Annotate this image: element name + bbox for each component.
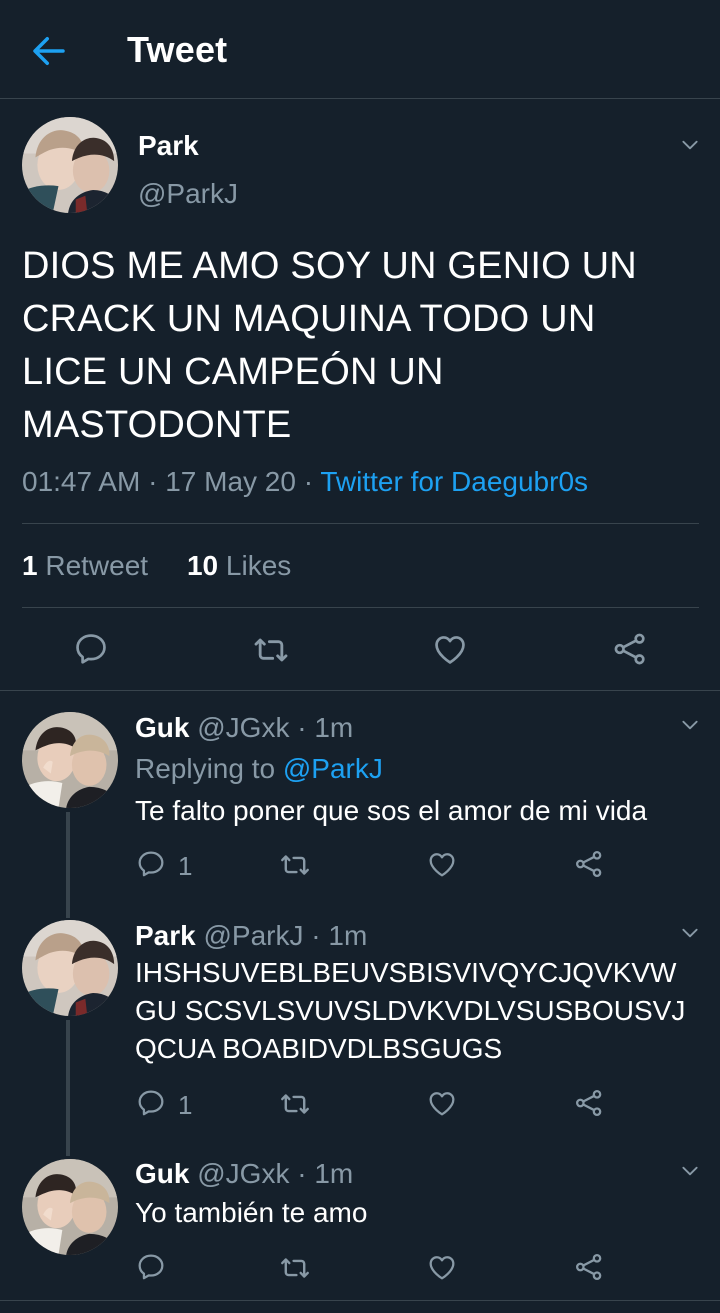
reply-icon[interactable] xyxy=(135,1087,167,1119)
meta-separator: · xyxy=(303,466,321,497)
share-icon[interactable] xyxy=(611,630,649,668)
author-handle[interactable]: @ParkJ xyxy=(138,178,238,210)
reply-author-name[interactable]: Guk xyxy=(135,712,189,743)
retweet-icon[interactable] xyxy=(278,848,312,882)
reply-meta: @JGxk · 1m xyxy=(197,1158,354,1189)
chevron-down-icon[interactable] xyxy=(677,715,703,735)
retweets-stat[interactable]: 1 Retweet xyxy=(22,550,148,581)
tweet-stats: 1 Retweet 10 Likes xyxy=(22,550,291,582)
like-icon[interactable] xyxy=(426,1251,458,1283)
retweet-icon[interactable] xyxy=(278,1087,312,1121)
replying-to: Replying to @ParkJ xyxy=(135,753,383,785)
likes-stat[interactable]: 10 Likes xyxy=(187,550,291,581)
reply-meta: @ParkJ · 1m xyxy=(203,920,368,951)
top-bar: Tweet xyxy=(0,0,720,99)
reply-text: Te falto poner que sos el amor de mi vid… xyxy=(135,795,648,826)
reply-header: Park @ParkJ · 1m xyxy=(135,920,367,952)
retweet-icon[interactable] xyxy=(278,1251,312,1285)
reply-count: 1 xyxy=(178,1090,193,1120)
reply-icon[interactable] xyxy=(72,630,110,668)
like-icon[interactable] xyxy=(426,848,458,880)
avatar[interactable] xyxy=(22,920,118,1016)
chevron-down-icon[interactable] xyxy=(677,135,703,155)
divider xyxy=(0,690,720,691)
avatar[interactable] xyxy=(22,117,118,213)
retweet-icon[interactable] xyxy=(251,630,291,670)
avatar[interactable] xyxy=(22,1159,118,1255)
divider xyxy=(22,607,699,608)
retweets-label: Retweet xyxy=(45,550,149,581)
tweet-time: 01:47 AM xyxy=(22,466,141,497)
tweet-date: 17 May 20 xyxy=(165,466,296,497)
tweet-text: DIOS ME AMO SOY UN GENIO UN CRACK UN MAQ… xyxy=(22,245,637,446)
like-icon[interactable] xyxy=(431,630,469,668)
likes-label: Likes xyxy=(225,550,292,581)
share-icon[interactable] xyxy=(573,1087,605,1119)
chevron-down-icon[interactable] xyxy=(677,923,703,943)
meta-separator: · xyxy=(148,466,166,497)
reply-text: Yo también te amo xyxy=(135,1197,368,1228)
reply-header: Guk @JGxk · 1m xyxy=(135,1158,353,1190)
chevron-down-icon[interactable] xyxy=(677,1161,703,1181)
author-name[interactable]: Park xyxy=(138,130,199,162)
divider xyxy=(22,523,699,524)
replying-to-link[interactable]: @ParkJ xyxy=(283,753,383,784)
reply-author-name[interactable]: Park xyxy=(135,920,196,951)
avatar[interactable] xyxy=(22,712,118,808)
page-title: Tweet xyxy=(127,29,228,70)
back-arrow-icon[interactable] xyxy=(28,30,70,72)
reply-header: Guk @JGxk · 1m xyxy=(135,712,353,744)
thread-line xyxy=(66,1020,70,1156)
retweets-count: 1 xyxy=(22,550,38,581)
likes-count: 10 xyxy=(186,550,219,581)
share-icon[interactable] xyxy=(573,848,605,880)
like-icon[interactable] xyxy=(426,1087,458,1119)
reply-icon[interactable] xyxy=(135,848,167,880)
reply-count: 1 xyxy=(178,851,193,881)
share-icon[interactable] xyxy=(573,1251,605,1283)
reply-icon[interactable] xyxy=(135,1251,167,1283)
divider xyxy=(0,1300,720,1301)
thread-line xyxy=(66,812,70,918)
tweet-source-link[interactable]: Twitter for Daegubr0s xyxy=(320,466,588,497)
replying-prefix: Replying to xyxy=(135,753,276,784)
reply-author-name[interactable]: Guk xyxy=(135,1158,189,1189)
tweet-meta: 01:47 AM · 17 May 20 · Twitter for Daegu… xyxy=(22,466,588,498)
reply-text: IHSHSUVEBLBEUVSBISVIVQYCJQVKVWGU SCSVLSV… xyxy=(135,957,686,1064)
reply-meta: @JGxk · 1m xyxy=(197,712,354,743)
